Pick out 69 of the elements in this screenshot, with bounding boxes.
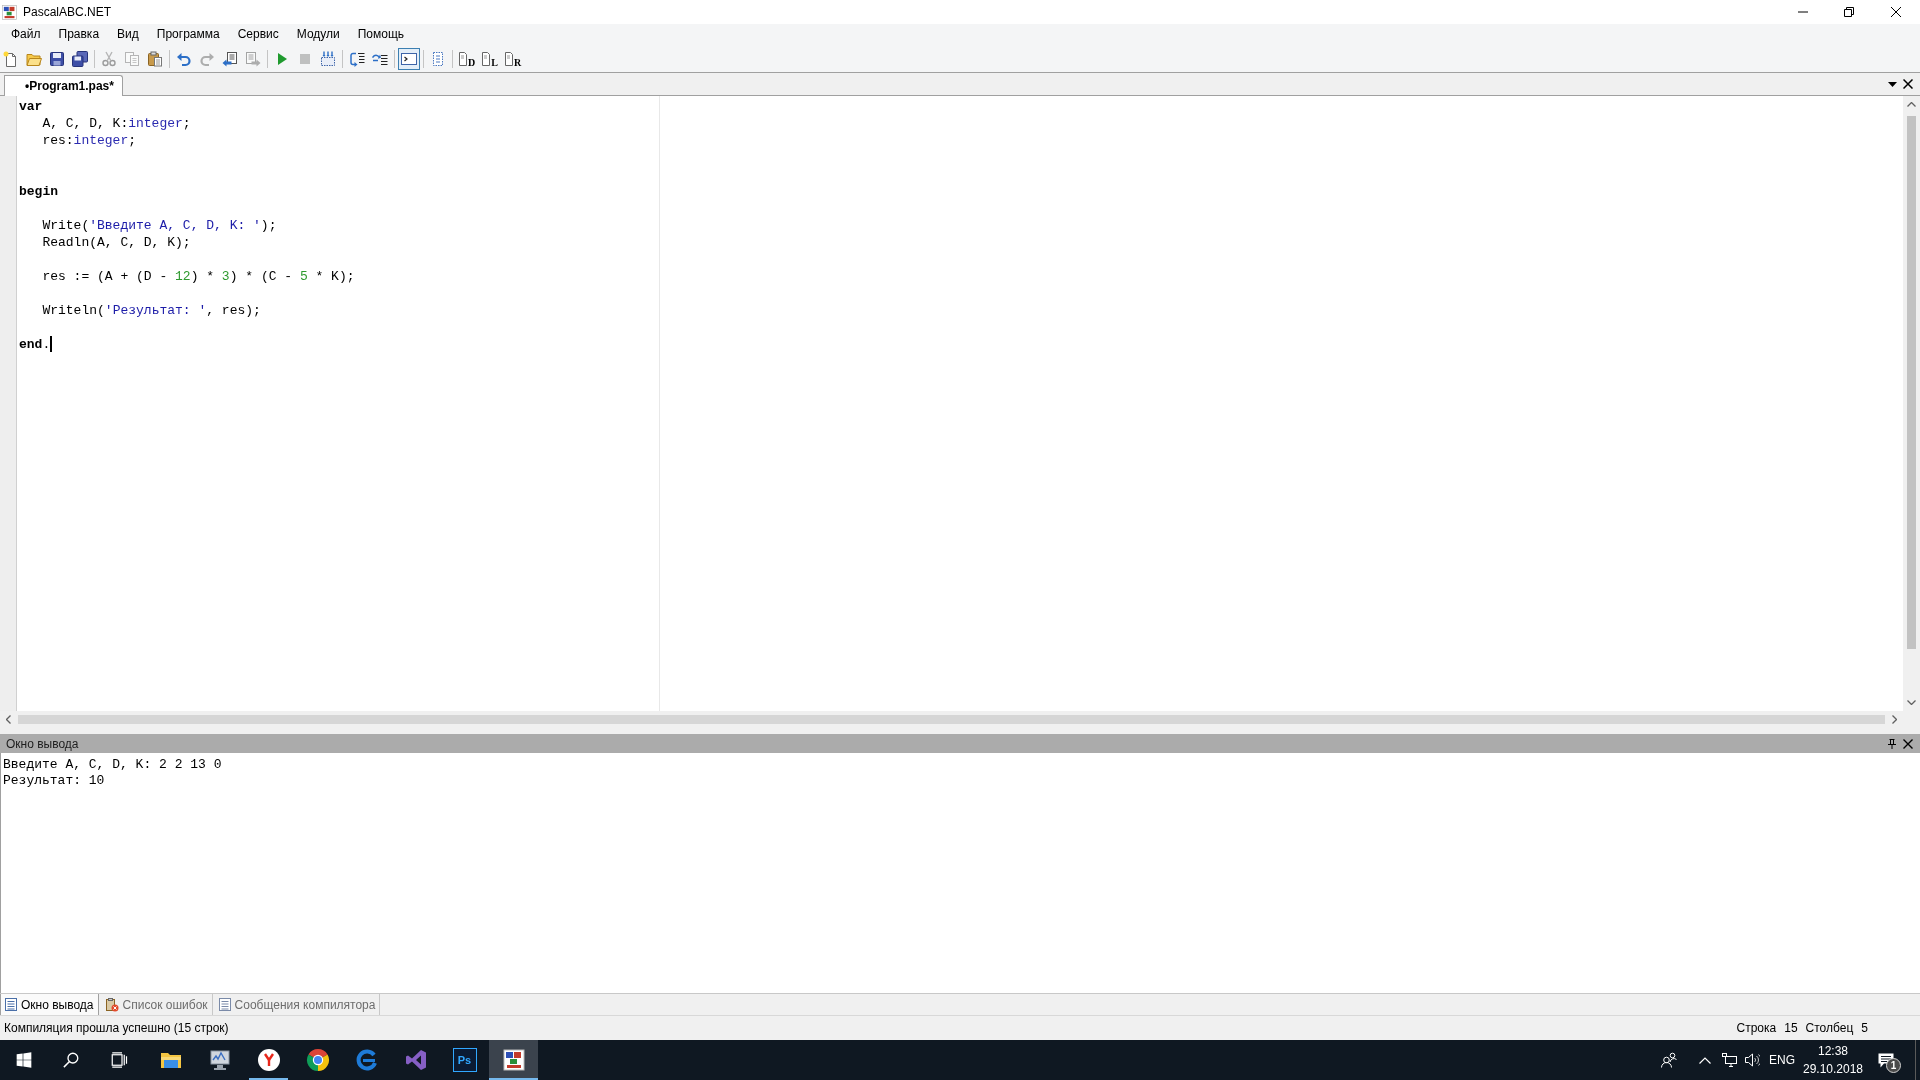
close-icon xyxy=(1891,7,1901,17)
code-line: begin xyxy=(19,183,58,200)
circle-logo-icon xyxy=(256,1048,281,1072)
clipboard-error-icon xyxy=(104,997,119,1012)
column-value: 5 xyxy=(1861,1020,1868,1037)
panel-tab[interactable]: Окно вывода xyxy=(0,994,99,1015)
notifications-button[interactable]: 1 xyxy=(1865,1040,1907,1080)
code-line: res:integer; xyxy=(41,132,137,149)
vertical-scrollbar[interactable] xyxy=(1903,96,1920,711)
taskbar-button[interactable]: Ps xyxy=(440,1040,489,1080)
menu-item[interactable]: Правка xyxy=(49,25,109,44)
column-label: Столбец xyxy=(1805,1020,1854,1037)
network-monitor-icon xyxy=(1721,1053,1737,1067)
task-view-icon xyxy=(110,1051,128,1069)
menu-item[interactable]: Программа xyxy=(147,25,229,44)
speaker-icon xyxy=(1744,1053,1760,1067)
clock[interactable]: 12:38 29.10.2018 xyxy=(1801,1040,1865,1080)
format-button[interactable]: R xyxy=(502,47,524,70)
close-icon[interactable] xyxy=(1903,79,1913,89)
document-lines-icon xyxy=(218,998,231,1011)
code-line: A, C, D, K:integer; xyxy=(41,115,191,132)
output-line: Результат: 10 xyxy=(3,773,105,788)
ring-logo-icon xyxy=(354,1048,379,1072)
scrollbar-thumb[interactable] xyxy=(18,714,1885,724)
monitor-chart-icon xyxy=(207,1048,232,1072)
chevron-up-icon xyxy=(1699,1056,1711,1064)
pin-icon[interactable] xyxy=(1888,738,1896,749)
format-button[interactable]: L xyxy=(479,47,501,70)
close-icon[interactable] xyxy=(1903,738,1913,749)
file-tab[interactable]: •Program1.pas* xyxy=(4,75,123,96)
clock-date: 29.10.2018 xyxy=(1802,1061,1864,1078)
menu-item[interactable]: Модули xyxy=(287,25,349,44)
segmented-circle-icon xyxy=(305,1048,330,1072)
app-logo: Ps xyxy=(452,1048,477,1072)
arrow-down-icon[interactable] xyxy=(1907,700,1916,705)
menu-item[interactable]: Вид xyxy=(108,25,148,44)
row-label: Строка xyxy=(1736,1020,1777,1037)
menu-item[interactable]: Помощь xyxy=(348,25,414,44)
status-message: Компиляция прошла успешно (15 строк) xyxy=(4,1020,229,1037)
tile-logo-icon xyxy=(501,1048,526,1072)
windows-logo-icon xyxy=(15,1052,32,1068)
code-line: res := (A + (D - 12) * 3) * (C - 5 * K); xyxy=(41,268,355,285)
dropdown-triangle-icon[interactable] xyxy=(1888,81,1897,87)
arrow-up-icon[interactable] xyxy=(1907,102,1916,107)
arrow-right-icon[interactable] xyxy=(1892,714,1897,724)
search-icon xyxy=(62,1051,80,1069)
notification-count: 1 xyxy=(1886,1058,1901,1073)
ribbon-logo-icon xyxy=(403,1048,428,1072)
code-line: end. xyxy=(19,336,51,353)
menu-item[interactable]: Файл xyxy=(2,25,50,44)
format-button[interactable]: D xyxy=(456,47,478,70)
horizontal-scrollbar[interactable] xyxy=(0,711,1920,727)
scrollbar-thumb[interactable] xyxy=(1907,116,1916,649)
document-lines-icon xyxy=(5,998,17,1011)
restore-icon xyxy=(1844,7,1854,17)
language-indicator[interactable]: ENG xyxy=(1763,1040,1801,1080)
people-icon xyxy=(1661,1052,1677,1068)
arrow-left-icon[interactable] xyxy=(6,714,11,724)
row-value: 15 xyxy=(1784,1020,1798,1037)
output-line: Введите A, C, D, K: 2 2 13 0 xyxy=(3,757,222,772)
code-line: var xyxy=(19,98,43,115)
code-line: Write('Введите A, C, D, K: '); xyxy=(41,217,277,234)
window-title: PascalABC.NET xyxy=(23,4,112,21)
taskbar-button[interactable] xyxy=(489,1040,538,1080)
menu-item[interactable]: Сервис xyxy=(228,25,288,44)
clock-time: 12:38 xyxy=(1818,1043,1848,1060)
code-line: Readln(A, C, D, K); xyxy=(41,234,191,251)
panel-title: Окно вывода xyxy=(6,735,79,753)
code-line: Writeln('Результат: ', res); xyxy=(41,302,261,319)
